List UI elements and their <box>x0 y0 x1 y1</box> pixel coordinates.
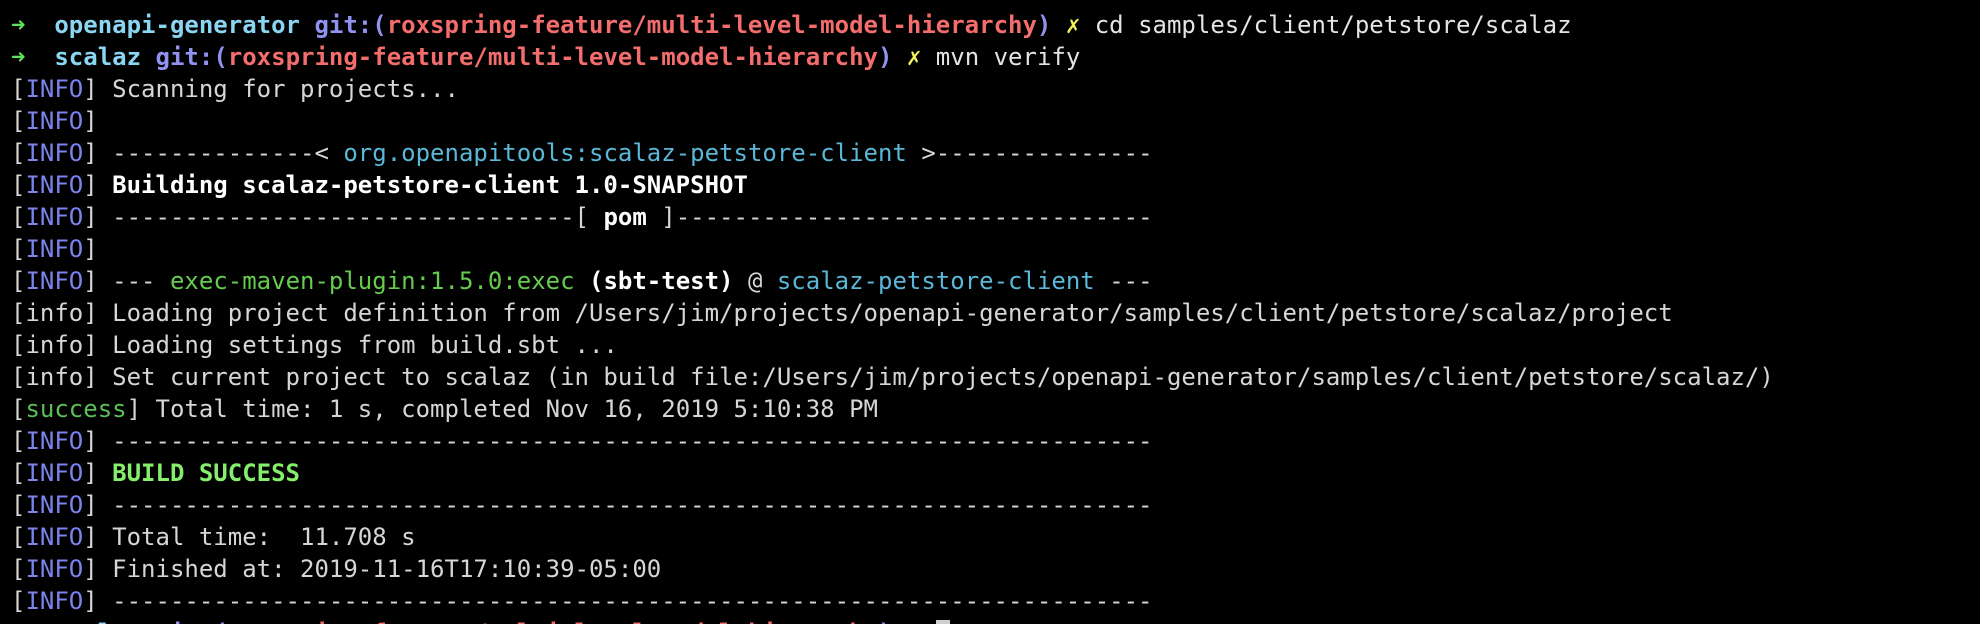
log-message: Loading settings from build.sbt ... <box>112 331 618 359</box>
prompt-directory: scalaz <box>54 619 141 624</box>
log-tag: INFO <box>25 203 84 231</box>
separator: ----------------------------------------… <box>112 587 1153 615</box>
plugin-prefix: --- <box>112 267 156 295</box>
log-line: [INFO] ---------------------------------… <box>11 427 1153 455</box>
log-tag: info <box>25 331 84 359</box>
log-tag: INFO <box>25 107 84 135</box>
git-label-close: ) <box>878 619 892 624</box>
building-message: Building scalaz-petstore-client 1.0-SNAP… <box>112 171 748 199</box>
log-tag: INFO <box>25 171 84 199</box>
git-label: git:( <box>155 43 228 71</box>
log-line: [INFO] --------------------------------[… <box>11 203 1153 231</box>
prompt-line: ➜ scalaz git:(roxspring-feature/multi-le… <box>11 617 1980 624</box>
log-line: [info] Loading project definition from /… <box>11 299 1673 327</box>
prompt-line: ➜ scalaz git:(roxspring-feature/multi-le… <box>11 41 1980 73</box>
command-text: mvn verify <box>935 43 1081 71</box>
log-tag: INFO <box>25 139 84 167</box>
log-line: [INFO] Scanning for projects... <box>11 75 459 103</box>
at-sign: @ <box>747 267 763 295</box>
separator: ----------------------------------------… <box>112 427 1153 455</box>
git-label-close: ) <box>877 43 893 71</box>
log-line: [INFO] Finished at: 2019-11-16T17:10:39-… <box>11 555 662 583</box>
log-tag: INFO <box>25 523 84 551</box>
log-message: Scanning for projects... <box>112 75 459 103</box>
log-message: Set current project to scalaz (in build … <box>112 363 1774 391</box>
log-line: [INFO] <box>11 235 98 263</box>
header-left-dashes: --------------< <box>112 139 329 167</box>
prompt-arrow-icon: ➜ <box>11 43 26 71</box>
log-tag: INFO <box>25 75 84 103</box>
separator: ----------------------------------------… <box>112 491 1153 519</box>
git-branch: roxspring-feature/multi-level-model-hier… <box>228 619 878 624</box>
prompt-line: ➜ openapi-generator git:(roxspring-featu… <box>11 9 1980 41</box>
log-line: [INFO] <box>11 107 98 135</box>
dirty-marker-icon: ✗ <box>906 43 922 71</box>
log-message: Total time: 1 s, completed Nov 16, 2019 … <box>155 395 878 423</box>
log-message: Loading project definition from /Users/j… <box>112 299 1673 327</box>
packaging-left-dashes: --------------------------------[ <box>112 203 589 231</box>
prompt-directory: scalaz <box>54 43 142 71</box>
log-line: [info] Set current project to scalaz (in… <box>11 363 1774 391</box>
plugin-goal: exec-maven-plugin:1.5.0:exec <box>169 267 575 295</box>
packaging-type: pom <box>603 203 647 231</box>
log-tag: INFO <box>25 459 84 487</box>
git-label-close: ) <box>1036 11 1052 39</box>
log-line: [INFO] Total time: 11.708 s <box>11 523 416 551</box>
log-line: [INFO] ---------------------------------… <box>11 491 1153 519</box>
log-tag: INFO <box>25 427 84 455</box>
log-message: Total time: 11.708 s <box>112 523 416 551</box>
log-line: [INFO] --- exec-maven-plugin:1.5.0:exec … <box>11 267 1153 295</box>
git-label: git:( <box>314 11 387 39</box>
header-right-dashes: >--------------- <box>921 139 1153 167</box>
prompt-arrow-icon: ➜ <box>11 619 25 624</box>
log-tag: INFO <box>25 587 84 615</box>
log-tag: INFO <box>25 235 84 263</box>
log-tag: success <box>25 395 127 423</box>
log-tag: INFO <box>25 491 84 519</box>
artifact-id: org.openapitools:scalaz-petstore-client <box>343 139 907 167</box>
log-message: Finished at: 2019-11-16T17:10:39-05:00 <box>112 555 662 583</box>
log-line: [INFO] ---------------------------------… <box>11 587 1153 615</box>
log-tag: info <box>25 363 84 391</box>
plugin-project: scalaz-petstore-client <box>776 267 1095 295</box>
prompt-arrow-icon: ➜ <box>11 11 26 39</box>
log-line: [INFO] --------------< org.openapitools:… <box>11 139 1153 167</box>
log-line: [INFO] Building scalaz-petstore-client 1… <box>11 171 748 199</box>
plugin-execution: (sbt-test) <box>589 267 734 295</box>
dirty-marker-icon: ✗ <box>1065 11 1081 39</box>
terminal-cursor[interactable] <box>935 620 950 624</box>
prompt-directory: openapi-generator <box>54 11 300 39</box>
command-text: cd samples/client/petstore/scalaz <box>1094 11 1572 39</box>
dirty-marker-icon: ✗ <box>907 619 921 624</box>
git-branch: roxspring-feature/multi-level-model-hier… <box>227 43 878 71</box>
log-line: [INFO] BUILD SUCCESS <box>11 459 300 487</box>
log-tag: info <box>25 299 84 327</box>
git-branch: roxspring-feature/multi-level-model-hier… <box>386 11 1037 39</box>
packaging-right-dashes: ]--------------------------------- <box>661 203 1153 231</box>
terminal-window[interactable]: ➜ openapi-generator git:(roxspring-featu… <box>0 0 1980 624</box>
plugin-suffix: --- <box>1109 267 1153 295</box>
log-line: [success] Total time: 1 s, completed Nov… <box>11 395 878 423</box>
build-result: BUILD SUCCESS <box>112 459 300 487</box>
log-tag: INFO <box>25 555 84 583</box>
git-label: git:( <box>156 619 228 624</box>
log-tag: INFO <box>25 267 84 295</box>
log-line: [info] Loading settings from build.sbt .… <box>11 331 618 359</box>
